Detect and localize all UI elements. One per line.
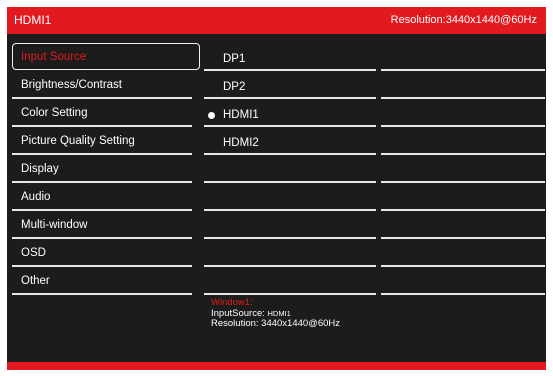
resolution-label: Resolution: — [211, 318, 259, 329]
menu-item-label: OSD — [21, 247, 46, 259]
divider — [381, 293, 545, 295]
submenu-empty — [381, 211, 545, 239]
option-label: HDMI2 — [223, 137, 259, 149]
active-dot-icon — [208, 112, 215, 119]
option-label: DP2 — [223, 81, 246, 93]
option-list: DP1 DP2 HDMI1 HDMI2 — [204, 43, 376, 295]
menu-item-label: Picture Quality Setting — [21, 135, 135, 147]
submenu-empty — [381, 239, 545, 267]
divider — [12, 293, 192, 295]
menu-item-multi-window[interactable]: Multi-window — [12, 211, 199, 239]
menu-item-brightness-contrast[interactable]: Brightness/Contrast — [12, 71, 199, 99]
menu-item-display[interactable]: Display — [12, 155, 199, 183]
option-label: DP1 — [223, 53, 246, 65]
option-empty — [204, 211, 376, 239]
menu-item-label: Input Source — [21, 51, 87, 63]
submenu-column — [381, 43, 545, 295]
menu-item-picture-quality[interactable]: Picture Quality Setting — [12, 127, 199, 155]
menu-item-label: Color Setting — [21, 107, 88, 119]
option-empty — [204, 155, 376, 183]
window-info: Window1: InputSource: HDMI1 Resolution: … — [211, 297, 341, 330]
submenu-empty — [381, 155, 545, 183]
submenu-empty — [381, 127, 545, 155]
submenu-empty — [381, 43, 545, 71]
option-dp1[interactable]: DP1 — [204, 43, 376, 71]
main-menu: Input Source Brightness/Contrast Color S… — [12, 43, 199, 295]
option-hdmi2[interactable]: HDMI2 — [204, 127, 376, 155]
option-label: HDMI1 — [223, 109, 259, 121]
menu-item-label: Audio — [21, 191, 51, 203]
menu-item-color-setting[interactable]: Color Setting — [12, 99, 199, 127]
option-empty — [204, 239, 376, 267]
submenu-empty — [381, 183, 545, 211]
header-resolution: Resolution:3440x1440@60Hz — [390, 14, 537, 26]
divider — [204, 293, 376, 295]
option-dp2[interactable]: DP2 — [204, 71, 376, 99]
footer-bar — [7, 362, 546, 370]
submenu-empty — [381, 71, 545, 99]
resolution-line: Resolution: 3440x1440@60Hz — [211, 318, 341, 330]
menu-item-input-source[interactable]: Input Source — [12, 43, 199, 71]
input-source-value: HDMI1 — [267, 308, 291, 318]
osd-menu: HDMI1 Resolution:3440x1440@60Hz Input So… — [7, 7, 546, 370]
menu-item-label: Display — [21, 163, 59, 175]
menu-item-audio[interactable]: Audio — [12, 183, 199, 211]
menu-item-label: Brightness/Contrast — [21, 79, 122, 91]
option-hdmi1[interactable]: HDMI1 — [204, 99, 376, 127]
resolution-value: 3440x1440@60Hz — [261, 318, 341, 329]
current-input-title: HDMI1 — [14, 13, 52, 27]
menu-item-label: Other — [21, 275, 50, 287]
submenu-empty — [381, 267, 545, 295]
option-empty — [204, 183, 376, 211]
option-empty — [204, 267, 376, 295]
header-bar: HDMI1 Resolution:3440x1440@60Hz — [7, 7, 546, 34]
menu-item-other[interactable]: Other — [12, 267, 199, 295]
input-source-label: InputSource: — [211, 307, 265, 319]
submenu-empty — [381, 99, 545, 127]
menu-item-osd[interactable]: OSD — [12, 239, 199, 267]
menu-item-label: Multi-window — [21, 219, 88, 231]
